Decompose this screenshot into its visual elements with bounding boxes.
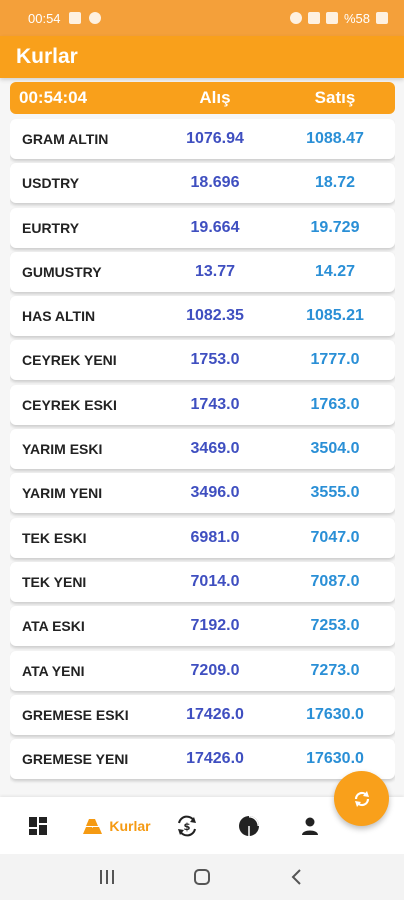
alarm-icon	[289, 12, 302, 24]
header-time: 00:54:04	[19, 88, 88, 107]
rate-buy: 1076.94	[186, 130, 244, 147]
rate-sell: 7047.0	[310, 528, 360, 546]
battery-percent: %58	[343, 10, 370, 26]
currency-exchange-icon: $	[178, 815, 196, 836]
rate-name: GUMUSTRY	[22, 263, 102, 280]
nav-kurlar-label: Kurlar	[109, 817, 151, 834]
rate-name: HAS ALTIN	[22, 308, 96, 325]
rates-list[interactable]: GRAM ALTIN 1076.94 1088.47 USDTRY 18.696 18.…	[10, 119, 395, 797]
rate-sell: 14.27	[314, 262, 356, 280]
rate-buy: 3469.0	[190, 440, 240, 458]
signal-icon	[325, 12, 338, 24]
gold-bars-icon	[83, 818, 103, 834]
battery-icon	[376, 12, 388, 24]
home-icon	[193, 869, 210, 885]
wifi-icon	[307, 12, 320, 24]
rate-buy: 19.664	[190, 218, 240, 236]
refresh-button[interactable]	[334, 771, 389, 826]
rate-sell: 18.72	[314, 174, 356, 192]
rate-sell: 3555.0	[310, 484, 360, 502]
rate-row[interactable]: CEYREK ESKI 1743.0 1763.0	[10, 384, 395, 425]
rate-sell: 1088.47	[306, 130, 364, 147]
rate-buy: 3496.0	[190, 484, 240, 502]
system-navigation	[0, 854, 404, 900]
rate-name: YARIM ESKI	[22, 441, 103, 458]
nav-chart[interactable]	[218, 797, 280, 854]
rate-sell: 1085.21	[306, 307, 364, 325]
rate-name: YARIM YENI	[22, 485, 103, 502]
rate-name: GREMESE ESKI	[22, 706, 129, 723]
rate-row[interactable]: USDTRY 18.696 18.72	[10, 163, 395, 204]
nav-profile[interactable]	[280, 797, 340, 854]
rate-sell: 17630.0	[306, 705, 364, 723]
rate-sell: 7087.0	[310, 572, 360, 590]
rate-sell: 17630.0	[306, 750, 364, 768]
rate-row[interactable]: ATA YENI 7209.0 7273.0	[10, 650, 395, 691]
nav-kurlar[interactable]: Kurlar	[76, 797, 156, 854]
rates-header: 00:54:04 Alış Satış	[10, 82, 395, 114]
rate-buy: 17426.0	[186, 750, 244, 768]
rate-sell: 7273.0	[310, 661, 360, 679]
rate-row[interactable]: GREMESE YENI 17426.0 17630.0	[10, 739, 395, 780]
rate-row[interactable]: GUMUSTRY 13.77 14.27	[10, 251, 395, 292]
rate-sell: 3504.0	[310, 440, 360, 458]
recent-apps-button[interactable]	[87, 857, 127, 897]
rate-row[interactable]: TEK YENI 7014.0 7087.0	[10, 561, 395, 602]
refresh-icon	[354, 790, 369, 807]
rate-row[interactable]: CEYREK YENI 1753.0 1777.0	[10, 340, 395, 381]
rate-buy: 18.696	[190, 174, 240, 192]
rate-buy: 7209.0	[190, 661, 240, 679]
rate-name: ATA ESKI	[22, 618, 85, 635]
rate-row[interactable]: EURTRY 19.664 19.729	[10, 207, 395, 248]
rate-row[interactable]: ATA ESKI 7192.0 7253.0	[10, 606, 395, 647]
rate-name: USDTRY	[22, 175, 80, 192]
rate-row[interactable]: YARIM ESKI 3469.0 3504.0	[10, 429, 395, 470]
home-button[interactable]	[182, 857, 222, 897]
back-button[interactable]	[277, 857, 317, 897]
rate-row[interactable]: HAS ALTIN 1082.35 1085.21	[10, 296, 395, 337]
rate-name: TEK YENI	[22, 573, 87, 590]
person-icon	[302, 817, 318, 835]
rate-sell: 1763.0	[310, 395, 360, 413]
rate-name: EURTRY	[22, 219, 80, 236]
header-buy: Alış	[199, 88, 231, 107]
rate-name: CEYREK ESKI	[22, 396, 117, 413]
rate-buy: 1082.35	[186, 307, 244, 325]
pie-chart-icon	[239, 815, 259, 836]
header-sell: Satış	[314, 88, 356, 107]
rate-sell: 7253.0	[310, 617, 360, 635]
rate-name: CEYREK YENI	[22, 352, 117, 369]
rate-buy: 6981.0	[190, 528, 240, 546]
rate-name: TEK ESKI	[22, 529, 87, 546]
rate-buy: 17426.0	[186, 705, 244, 723]
svg-text:$: $	[184, 822, 191, 833]
rate-row[interactable]: GREMESE ESKI 17426.0 17630.0	[10, 694, 395, 735]
rate-name: GRAM ALTIN	[22, 131, 109, 147]
status-time: 00:54	[28, 10, 61, 26]
nav-dashboard[interactable]	[0, 797, 76, 854]
rate-buy: 7192.0	[190, 617, 240, 635]
dashboard-icon	[29, 816, 47, 835]
recent-apps-icon	[100, 870, 115, 884]
rate-row[interactable]: GRAM ALTIN 1076.94 1088.47	[10, 119, 395, 159]
rate-sell: 1777.0	[310, 351, 360, 369]
moon-icon	[88, 12, 101, 24]
back-icon	[291, 869, 301, 885]
rate-buy: 1743.0	[190, 395, 240, 413]
rate-name: GREMESE YENI	[22, 751, 129, 768]
rate-name: ATA YENI	[22, 662, 85, 679]
rate-buy: 1753.0	[190, 351, 240, 369]
rate-row[interactable]: TEK ESKI 6981.0 7047.0	[10, 517, 395, 558]
gallery-icon	[68, 12, 81, 24]
page-title: Kurlar	[16, 45, 78, 68]
rate-buy: 7014.0	[190, 572, 240, 590]
nav-exchange[interactable]: $	[156, 797, 218, 854]
app-bar: Kurlar	[0, 36, 404, 78]
status-bar: 00:54 %58	[0, 0, 404, 36]
rate-sell: 19.729	[310, 218, 360, 236]
rate-buy: 13.77	[194, 262, 236, 280]
rate-row[interactable]: YARIM YENI 3496.0 3555.0	[10, 473, 395, 514]
